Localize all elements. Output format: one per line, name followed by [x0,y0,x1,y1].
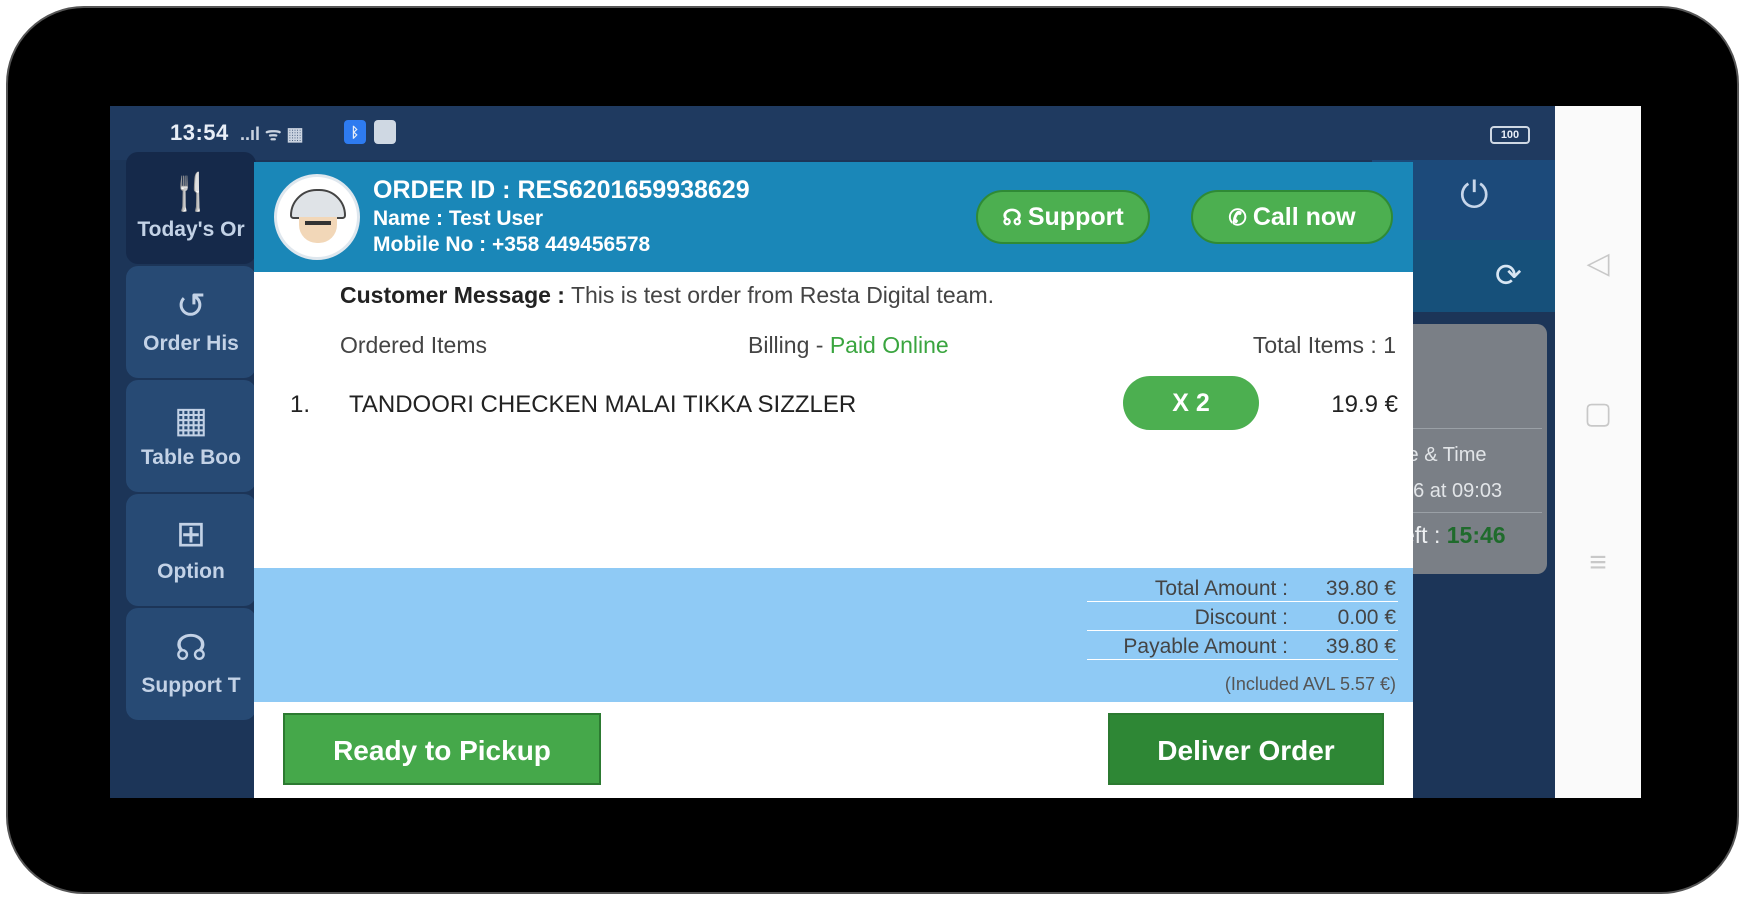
call-now-button[interactable]: ✆ Call now [1191,190,1393,244]
billing-status: Paid Online [829,332,949,358]
status-bar: 13:54 ..ıl ᯤ ▦ ᛒ 100 [110,106,1555,160]
phone-icon: ✆ [1228,205,1247,230]
sidebar-item-support[interactable]: ☊ Support T [126,608,256,720]
sidebar-item-label: Support T [141,674,241,697]
discount-row: Discount : 0.00 € [1087,603,1398,631]
date-time-value: 16 at 09:03 [1402,480,1503,502]
billing-label: Billing - [748,332,824,358]
customer-mobile: Mobile No : +358 449456578 [373,233,651,256]
payable-amount-label: Payable Amount : [1123,635,1288,658]
order-id: ORDER ID : RES6201659938629 [373,176,750,204]
payable-amount-value: 39.80 € [1325,635,1396,658]
refresh-icon[interactable]: ⟳ [1495,256,1522,294]
bluetooth-icon: ᛒ [344,120,366,144]
sidebar-item-options[interactable]: ⊞ Option [126,494,256,606]
payable-amount-row: Payable Amount : 39.80 € [1087,632,1398,660]
total-items: Total Items : 1 [1252,332,1396,358]
divider [1402,428,1542,429]
divider [1402,512,1542,513]
android-nav-bar: ◁ ▢ ≡ [1555,106,1641,798]
totals-panel: Total Amount : 39.80 € Discount : 0.00 €… [254,568,1413,702]
billing-info: Billing - Paid Online [748,332,949,359]
sidebar-item-label: Today's Or [137,218,245,241]
time-left-value: 15:46 [1446,522,1506,548]
included-tax-note: (Included AVL 5.57 €) [1224,674,1396,694]
total-amount-row: Total Amount : 39.80 € [1087,574,1398,602]
status-time: 13:54 [170,120,229,145]
item-name: TANDOORI CHECKEN MALAI TIKKA SIZZLER [349,391,857,418]
support-label: Support [1027,203,1124,231]
sidebar-item-label: Table Boo [141,446,241,469]
chef-avatar [274,174,360,260]
power-icon[interactable]: ⏻ [1460,174,1488,217]
battery-icon: 100 [1490,126,1530,144]
discount-label: Discount : [1194,606,1288,629]
item-quantity-badge: X 2 [1123,376,1259,430]
back-icon[interactable]: ◁ [1555,246,1641,281]
home-icon[interactable]: ▢ [1555,396,1641,431]
sidebar-item-label: Option [157,560,225,583]
sidebar-item-order-history[interactable]: ↺ Order His [126,266,256,378]
customer-message-label: Customer Message : [340,282,565,308]
grid-icon: ⊞ [175,513,207,554]
sidebar-item-label: Order His [143,332,239,355]
support-button[interactable]: ☊ Support [976,190,1150,244]
recents-icon[interactable]: ≡ [1555,546,1641,580]
history-icon: ↺ [175,285,207,326]
customer-name: Name : Test User [373,207,544,230]
customer-message-text: This is test order from Resta Digital te… [570,282,995,308]
time-left: eft : 15:46 [1402,522,1506,549]
total-amount-label: Total Amount : [1154,577,1288,600]
signal-icon: ..ıl ᯤ ▦ [240,124,304,144]
total-amount-value: 39.80 € [1325,577,1396,600]
discount-value: 0.00 € [1337,606,1396,629]
date-time-label: te & Time [1402,444,1487,466]
table-icon: ▦ [173,399,208,440]
customer-message: Customer Message : This is test order fr… [340,282,994,309]
headset-icon: ☊ [1002,205,1022,230]
sidebar-item-todays-orders[interactable]: 🍴 Today's Or [126,152,256,264]
call-label: Call now [1252,203,1356,231]
ready-to-pickup-button[interactable]: Ready to Pickup [283,713,601,785]
dialog-header: ORDER ID : RES6201659938629 Name : Test … [254,162,1413,272]
headset-icon: ☊ [175,627,207,668]
fork-knife-icon: 🍴 [168,171,214,212]
deliver-order-button[interactable]: Deliver Order [1108,713,1384,785]
ordered-items-label: Ordered Items [340,332,487,358]
item-number: 1. [290,391,311,418]
order-details-dialog: ORDER ID : RES6201659938629 Name : Test … [254,162,1413,798]
sidebar-item-table-booking[interactable]: ▦ Table Boo [126,380,256,492]
app-notification-icon [374,120,396,144]
item-price: 19.9 € [1331,391,1398,418]
